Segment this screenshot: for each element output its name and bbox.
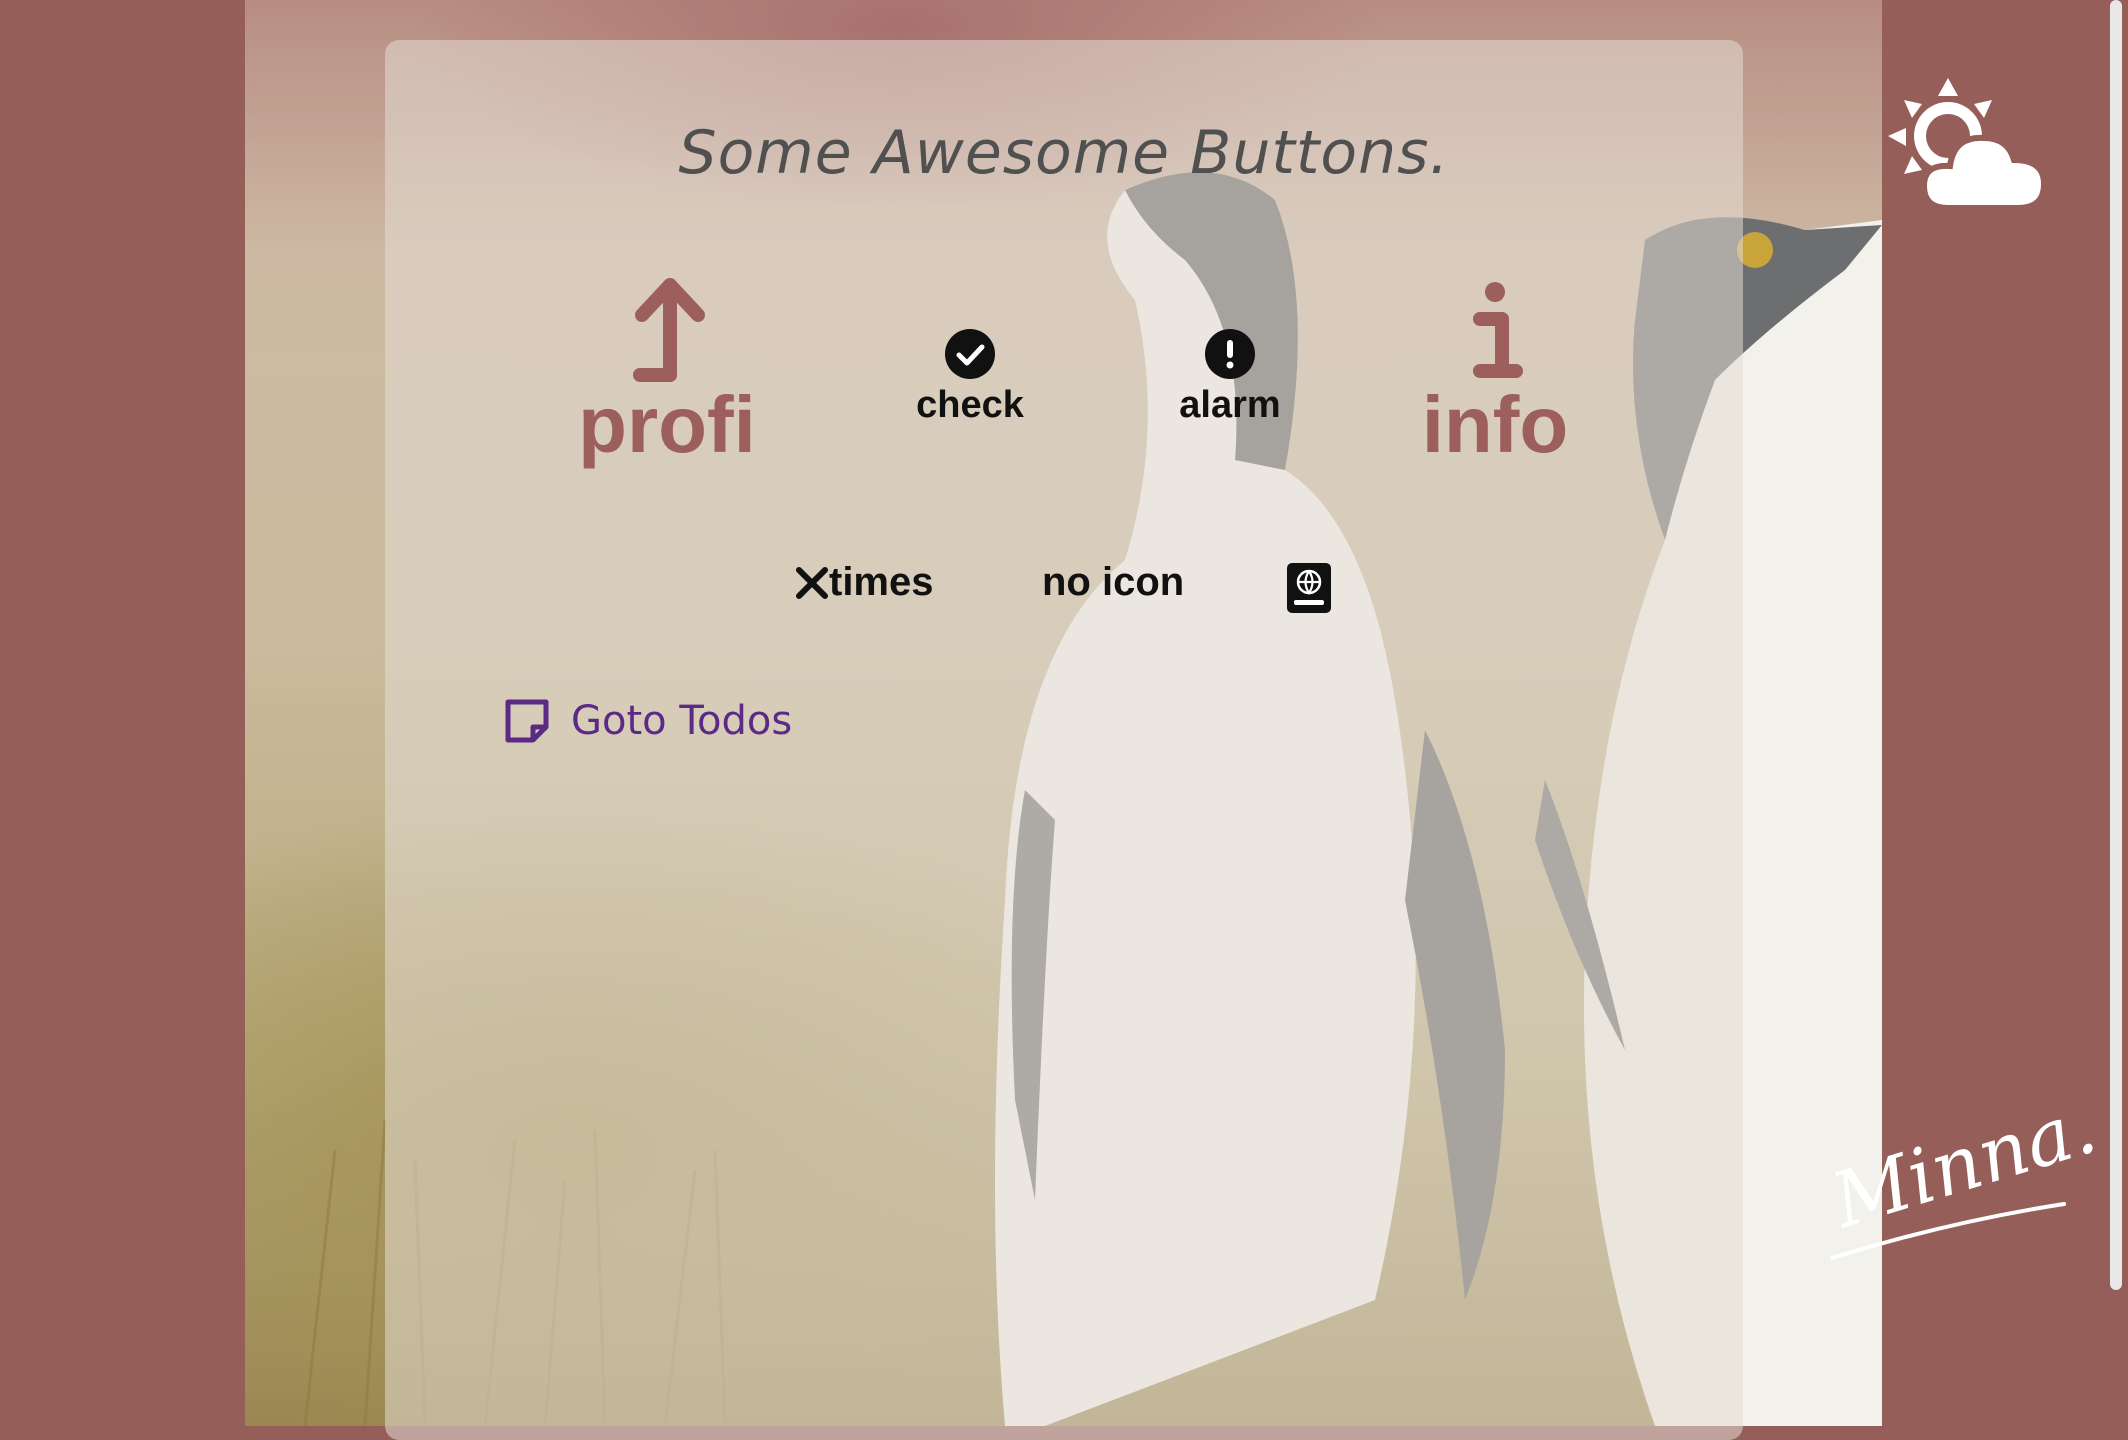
info-label: info xyxy=(1421,380,1569,469)
info-icon xyxy=(1473,282,1523,378)
times-label: times xyxy=(829,560,934,604)
goto-todos-link[interactable]: Goto Todos xyxy=(503,697,792,745)
check-circle-icon xyxy=(945,329,995,379)
sun-cloud-icon[interactable] xyxy=(1888,78,2050,210)
no-icon-button[interactable]: no icon xyxy=(1042,560,1184,605)
check-button[interactable]: check xyxy=(900,328,1040,424)
atlas-button[interactable] xyxy=(1286,562,1332,614)
profi-label: profi xyxy=(578,380,756,469)
sticky-note-icon xyxy=(505,699,549,743)
signature-underline xyxy=(1830,1202,2066,1260)
atlas-book-icon xyxy=(1287,563,1331,613)
profi-button[interactable]: profi xyxy=(572,275,762,465)
alarm-button[interactable]: alarm xyxy=(1160,328,1300,424)
check-label: check xyxy=(916,384,1024,426)
no-icon-label: no icon xyxy=(1042,560,1185,604)
scrollbar[interactable] xyxy=(2110,0,2122,1290)
info-button[interactable]: info xyxy=(1400,275,1590,465)
goto-todos-label: Goto Todos xyxy=(571,698,793,744)
times-icon xyxy=(796,566,828,599)
times-button[interactable]: times xyxy=(795,560,934,605)
arrow-up-icon xyxy=(633,278,705,382)
page-title: Some Awesome Buttons. xyxy=(678,118,1450,188)
exclamation-circle-icon xyxy=(1205,329,1255,379)
alarm-label: alarm xyxy=(1179,384,1281,426)
